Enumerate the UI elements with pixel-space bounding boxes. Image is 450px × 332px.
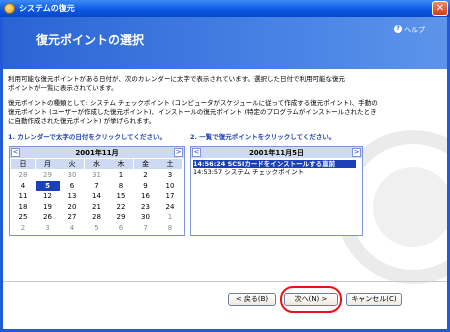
weekday-header: 金 [133, 159, 158, 169]
header-band: 復元ポイントの選択 ? ヘルプ [3, 17, 447, 69]
description-line-1: 利用可能な復元ポイントがある日付が、次のカレンダーに太字で表示されています。選択… [8, 75, 346, 83]
window-title: システムの復元 [19, 4, 75, 13]
calendar-day[interactable]: 6 [60, 181, 84, 191]
calendar-day[interactable]: 8 [109, 181, 133, 191]
restore-list-prev-button[interactable]: < [192, 148, 201, 157]
description-line-5: に自動作成された復元ポイント) が挙げられます。 [8, 117, 155, 125]
calendar-day-selected[interactable]: 5 [35, 180, 60, 191]
restore-list-header: 2001年11月5日 < > [191, 147, 362, 158]
restore-list-next-button[interactable]: > [352, 148, 361, 157]
wizard-client-area: 復元ポイントの選択 ? ヘルプ 利用可能な復元ポイントがある日付が、次のカレンダ… [3, 17, 447, 329]
calendar-day[interactable]: 22 [109, 202, 133, 212]
help-link[interactable]: ヘルプ [404, 25, 425, 35]
calendar-day[interactable]: 23 [134, 202, 158, 212]
calendar-day[interactable]: 4 [60, 223, 84, 233]
restore-point-item-1[interactable]: 14:56:24 SCSIカードをインストールする直前 [193, 160, 356, 168]
calendar-day[interactable]: 16 [134, 191, 158, 201]
next-button-highlight [280, 286, 342, 313]
calendar-day[interactable]: 7 [85, 181, 109, 191]
page-title: 復元ポイントの選択 [36, 33, 145, 47]
calendar-day[interactable]: 13 [60, 191, 84, 201]
calendar-day[interactable]: 9 [134, 181, 158, 191]
close-button[interactable]: ✕ [432, 1, 448, 16]
weekday-header: 木 [109, 159, 133, 169]
calendar-day[interactable]: 17 [158, 191, 182, 201]
calendar-header: 2001年11月 < > [10, 147, 184, 158]
restore-point-list: 2001年11月5日 < > 14:56:24 SCSIカードをインストールする… [190, 146, 363, 236]
calendar-day[interactable]: 29 [109, 212, 133, 222]
calendar-day[interactable]: 25 [11, 212, 35, 222]
calendar-day[interactable]: 21 [85, 202, 109, 212]
weekday-header: 日 [11, 159, 35, 169]
calendar-day[interactable]: 12 [36, 191, 60, 201]
instruction-calendar: 1. カレンダーで太字の日付をクリックしてください。 [8, 133, 166, 141]
restore-list-date-title: 2001年11月5日 [248, 149, 305, 157]
calendar-day[interactable]: 3 [158, 170, 182, 180]
calendar-month-title: 2001年11月 [75, 149, 119, 157]
calendar-day[interactable]: 18 [11, 202, 35, 212]
weekday-header: 土 [158, 159, 182, 169]
calendar-day[interactable]: 30 [60, 170, 84, 180]
calendar-day[interactable]: 26 [36, 212, 60, 222]
description-line-4: 復元ポイント (ユーザーが作成した復元ポイント)、インストールの復元ポイント (… [8, 108, 377, 116]
description-line-3: 復元ポイントの種類として: システム チェックポイント (コンピュータがスケジュ… [8, 99, 378, 107]
calendar-day[interactable]: 20 [60, 202, 84, 212]
weekday-header: 火 [60, 159, 84, 169]
back-button[interactable]: < 戻る(B) [228, 293, 276, 306]
calendar-day[interactable]: 2 [134, 170, 158, 180]
calendar-day[interactable]: 30 [134, 212, 158, 222]
calendar-day[interactable]: 31 [85, 170, 109, 180]
calendar-day[interactable]: 4 [11, 181, 35, 191]
calendar-day[interactable]: 1 [158, 212, 182, 222]
restore-point-item-2[interactable]: 14:53:57 システム チェックポイント [193, 168, 356, 176]
calendar-day[interactable]: 8 [158, 223, 182, 233]
calendar-next-month-button[interactable]: > [174, 148, 183, 157]
help-icon[interactable]: ? [394, 25, 402, 33]
description-line-2: ポイントが一覧に表示されています。 [8, 84, 118, 92]
calendar-day[interactable]: 11 [11, 191, 35, 201]
calendar-day[interactable]: 5 [85, 223, 109, 233]
cancel-button[interactable]: キャンセル(C) [346, 293, 402, 306]
calendar-prev-month-button[interactable]: < [11, 148, 20, 157]
calendar-day[interactable]: 28 [11, 170, 35, 180]
calendar-day[interactable]: 15 [109, 191, 133, 201]
calendar-day[interactable]: 27 [60, 212, 84, 222]
title-bar[interactable]: システムの復元 ✕ [0, 0, 450, 17]
calendar-day[interactable]: 10 [158, 181, 182, 191]
calendar-day[interactable]: 28 [85, 212, 109, 222]
system-restore-icon [4, 3, 15, 14]
weekday-header: 月 [35, 159, 60, 169]
calendar-day[interactable]: 19 [36, 202, 60, 212]
calendar: 2001年11月 < > 日月火水木金土 28 29 30 31 1 2 3 4 5 6 7 8 9 10 1… [9, 146, 185, 236]
calendar-day[interactable]: 24 [158, 202, 182, 212]
calendar-day[interactable]: 3 [36, 223, 60, 233]
instruction-list: 2. 一覧で復元ポイントをクリックしてください。 [190, 133, 336, 141]
weekday-header: 水 [84, 159, 109, 169]
calendar-day[interactable]: 2 [11, 223, 35, 233]
calendar-day[interactable]: 1 [109, 170, 133, 180]
system-restore-window: システムの復元 ✕ 復元ポイントの選択 ? ヘルプ 利用可能な復元ポイントがある… [0, 0, 450, 332]
calendar-day[interactable]: 7 [134, 223, 158, 233]
calendar-day[interactable]: 29 [36, 170, 60, 180]
calendar-day[interactable]: 14 [85, 191, 109, 201]
calendar-day[interactable]: 6 [109, 223, 133, 233]
button-separator [3, 281, 447, 282]
